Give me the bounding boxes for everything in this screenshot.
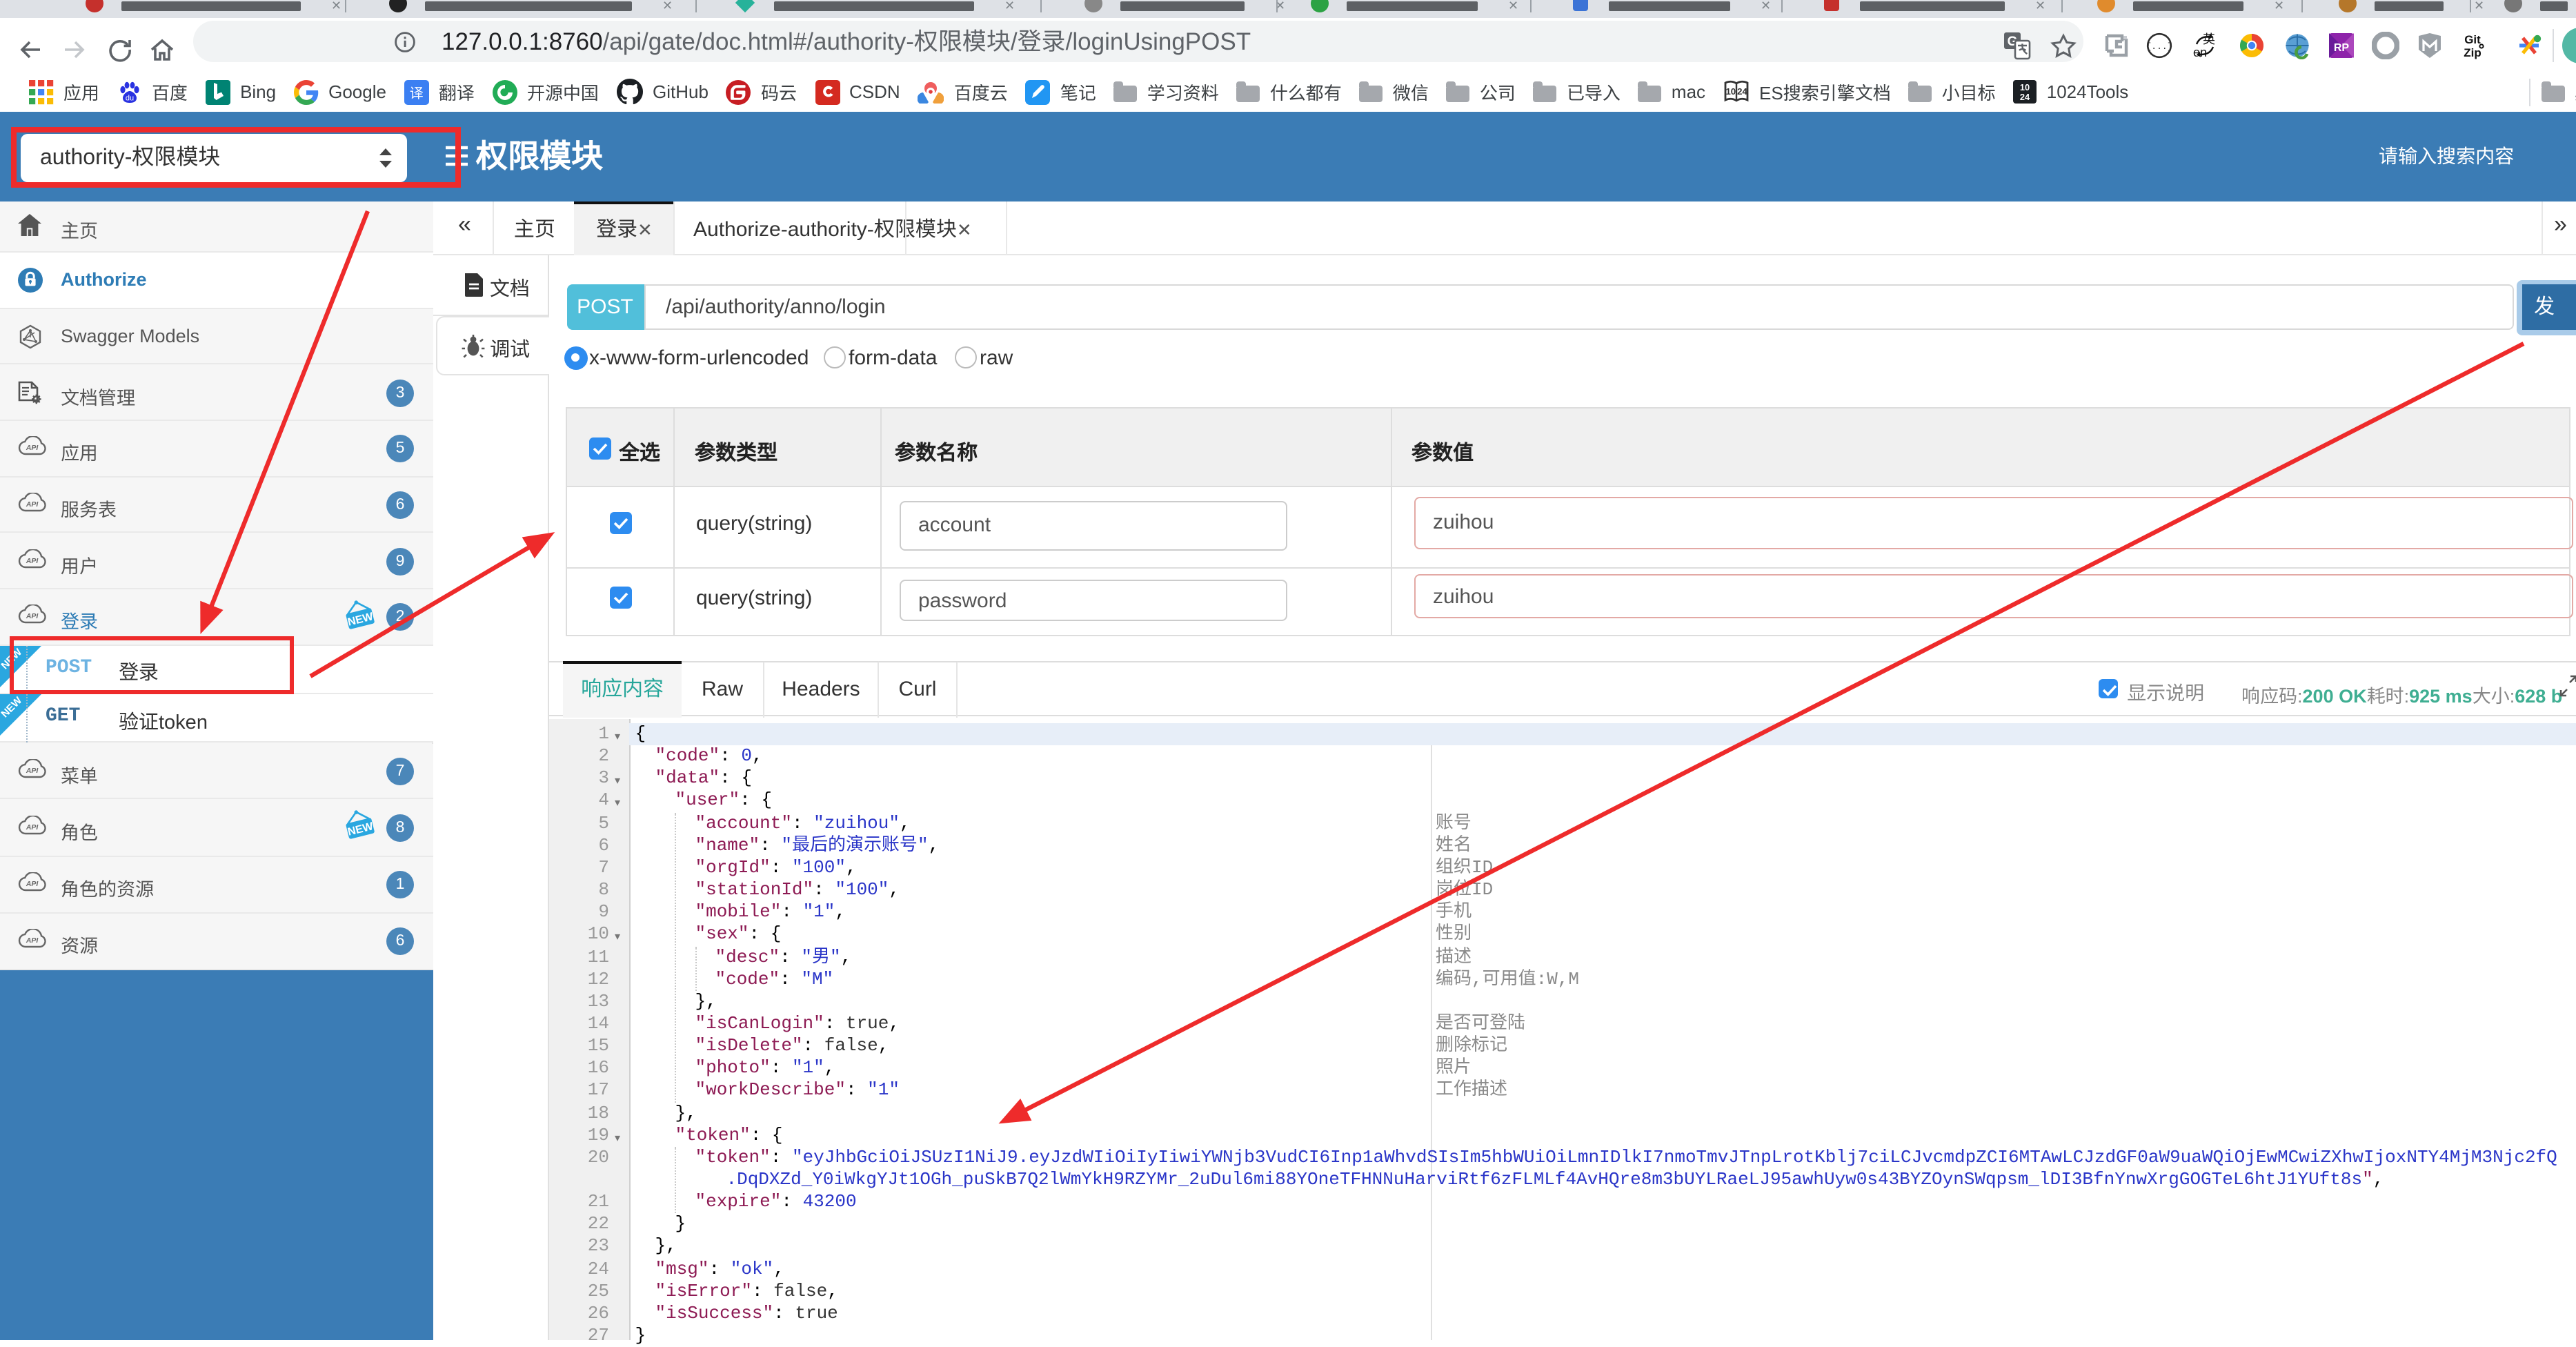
svg-text:24: 24 — [2021, 92, 2031, 102]
svg-text:API: API — [26, 500, 39, 508]
svg-text:API: API — [26, 444, 39, 452]
svg-text:API: API — [26, 937, 39, 945]
svg-text:{...}: {...} — [2146, 41, 2172, 52]
svg-text:Zip: Zip — [2464, 46, 2481, 59]
svg-text:10: 10 — [1725, 86, 1736, 97]
svg-text:API: API — [26, 557, 39, 564]
svg-text:API: API — [26, 881, 39, 888]
svg-text:du: du — [126, 94, 134, 102]
svg-text:译: 译 — [410, 81, 424, 101]
svg-text:API: API — [26, 613, 39, 620]
svg-text:24: 24 — [1737, 86, 1747, 97]
svg-text:Git: Git — [2464, 33, 2481, 46]
svg-text:RP: RP — [2334, 42, 2350, 54]
svg-text:10: 10 — [2021, 82, 2030, 92]
svg-text:API: API — [26, 824, 39, 832]
svg-text:API: API — [26, 767, 39, 775]
